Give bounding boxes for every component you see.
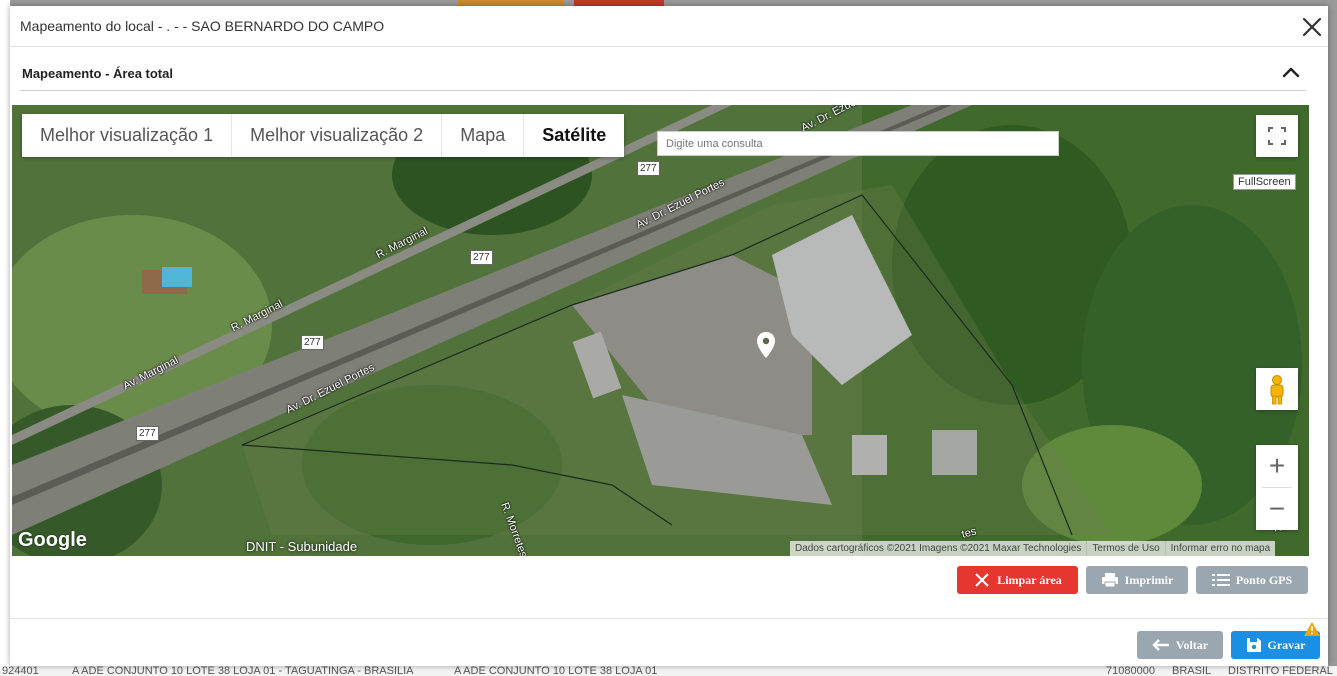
location-pin-icon[interactable] — [756, 331, 776, 364]
close-icon — [975, 573, 989, 587]
map-search-input[interactable] — [657, 131, 1059, 156]
map-attribution: Dados cartográficos ©2021 Imagens ©2021 … — [790, 541, 1276, 556]
gps-point-button[interactable]: Ponto GPS — [1196, 566, 1308, 594]
print-button[interactable]: Imprimir — [1086, 566, 1188, 594]
fullscreen-tooltip: FullScreen — [1233, 174, 1296, 190]
bg-cell-address2: A ADE CONJUNTO 10 LOTE 38 LOJA 01 — [454, 666, 658, 676]
map-type-map[interactable]: Mapa — [442, 114, 525, 157]
bg-cell-address: A ADE CONJUNTO 10 LOTE 38 LOJA 01 - TAGU… — [72, 666, 414, 676]
street-view-pegman-icon[interactable] — [1256, 368, 1298, 410]
highway-shield: 277 — [136, 426, 159, 441]
gps-point-label: Ponto GPS — [1235, 572, 1293, 587]
chevron-up-icon[interactable] — [1280, 62, 1302, 84]
report-error-link[interactable]: Informar erro no mapa — [1166, 541, 1276, 556]
modal-footer: Voltar Gravar — [10, 618, 1328, 667]
zoom-control: + − — [1256, 445, 1298, 530]
modal-title: Mapeamento do local - . - - SAO BERNARDO… — [20, 18, 385, 34]
warning-icon — [1304, 622, 1320, 641]
bg-cell-zip: 71080000 — [1106, 666, 1155, 676]
back-button[interactable]: Voltar — [1137, 631, 1223, 659]
floppy-disk-icon — [1246, 638, 1261, 652]
modal-header: Mapeamento do local - . - - SAO BERNARDO… — [10, 6, 1328, 47]
background-table-row: 924401 A ADE CONJUNTO 10 LOTE 38 LOJA 01… — [0, 666, 1337, 676]
bg-cell-id: 924401 — [2, 666, 39, 676]
section-title: Mapeamento - Área total — [22, 66, 173, 81]
clear-area-label: Limpar área — [997, 572, 1062, 587]
fullscreen-button[interactable] — [1256, 115, 1298, 157]
satellite-map[interactable]: Av. Marginal R. Marginal R. Marginal Av.… — [12, 105, 1309, 556]
highway-shield: 277 — [470, 250, 493, 265]
map-actions: Limpar área Imprimir Ponto GPS — [10, 566, 1328, 596]
back-label: Voltar — [1175, 637, 1209, 652]
map-type-best-view-2[interactable]: Melhor visualização 2 — [232, 114, 443, 157]
bg-cell-country: BRASIL — [1172, 666, 1212, 676]
fullscreen-icon — [1268, 127, 1286, 145]
mapping-modal: Mapeamento do local - . - - SAO BERNARDO… — [10, 6, 1328, 666]
google-logo: Google — [18, 529, 87, 551]
attribution-data: Dados cartográficos ©2021 Imagens ©2021 … — [790, 541, 1088, 556]
map-type-best-view-1[interactable]: Melhor visualização 1 — [22, 114, 233, 157]
highway-shield: 277 — [637, 161, 660, 176]
arrow-left-icon — [1152, 639, 1169, 651]
map-type-control: Melhor visualização 1 Melhor visualizaçã… — [22, 114, 625, 157]
terms-link[interactable]: Termos de Uso — [1087, 541, 1166, 556]
zoom-out-button[interactable]: − — [1256, 488, 1298, 530]
list-icon — [1211, 574, 1230, 586]
clear-area-button[interactable]: Limpar área — [957, 566, 1078, 594]
highway-shield: 277 — [301, 335, 324, 350]
bg-cell-state: DISTRITO FEDERAL — [1228, 666, 1333, 676]
save-label: Gravar — [1267, 637, 1306, 652]
close-icon[interactable] — [1300, 15, 1324, 39]
background-left-column — [0, 0, 10, 666]
zoom-in-button[interactable]: + — [1256, 445, 1298, 487]
printer-icon — [1101, 573, 1118, 588]
poi-label: DNIT - Subunidade — [246, 539, 358, 554]
section-header: Mapeamento - Área total — [20, 54, 1306, 91]
print-label: Imprimir — [1124, 572, 1174, 587]
map-type-satellite[interactable]: Satélite — [524, 114, 624, 157]
satellite-imagery — [12, 105, 1309, 556]
